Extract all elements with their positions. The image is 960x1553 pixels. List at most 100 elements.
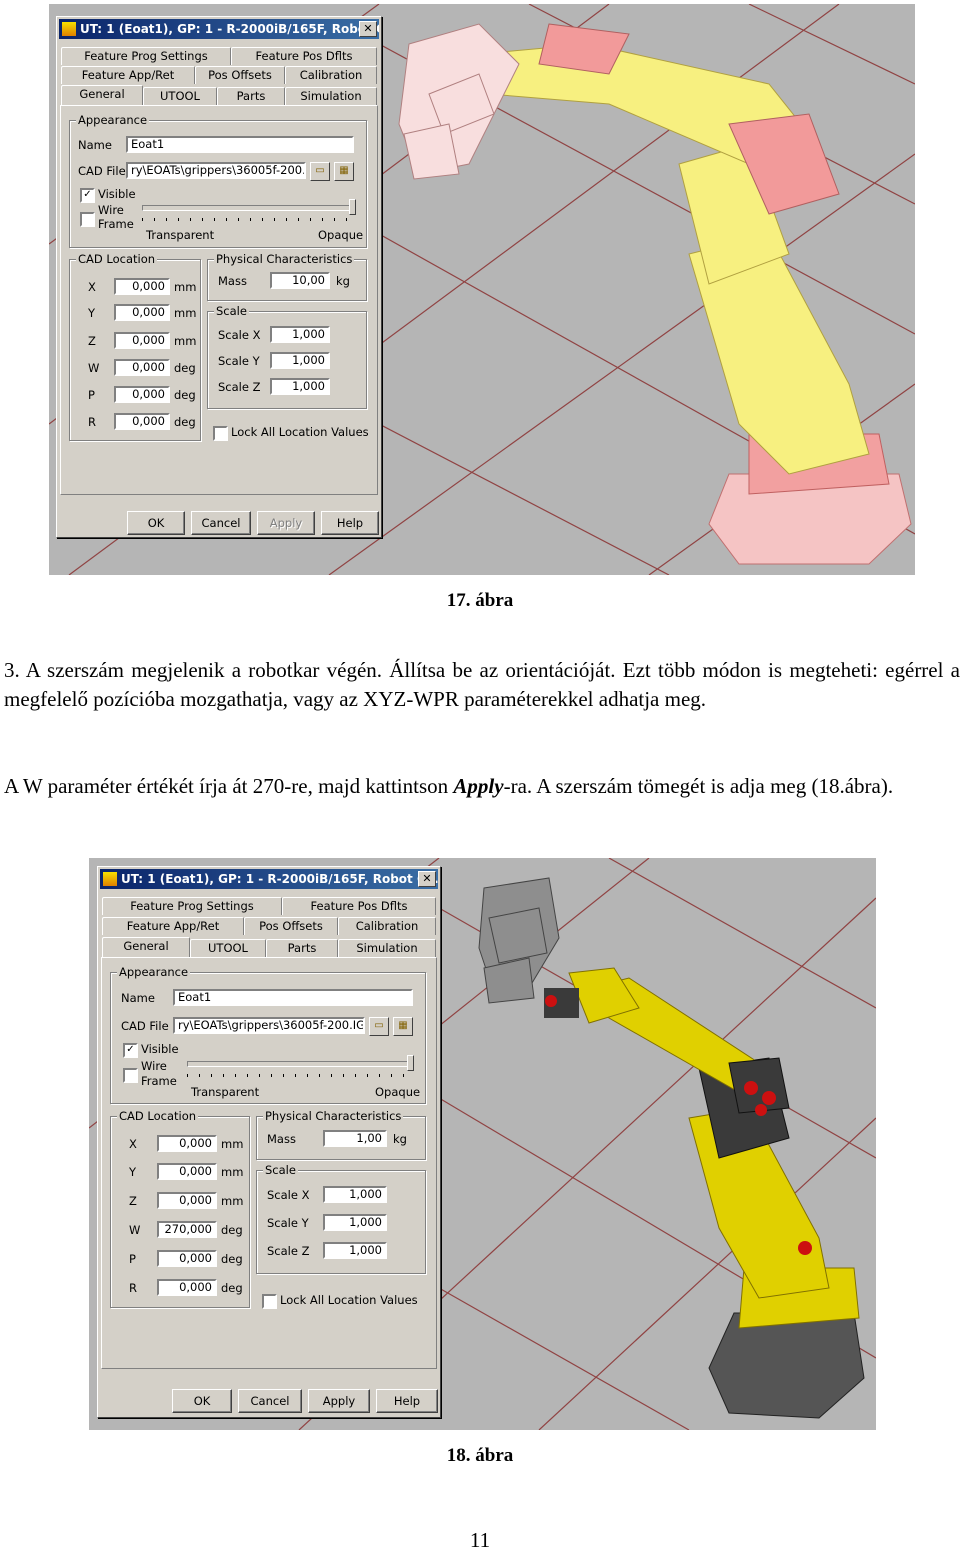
wire-frame-checkbox[interactable] xyxy=(80,212,95,227)
visible-label: Visible xyxy=(98,187,136,201)
lock-all-location-checkbox[interactable] xyxy=(213,426,228,441)
tab-calibration[interactable]: Calibration xyxy=(285,66,377,84)
scale-y-label: Scale Y xyxy=(218,354,260,368)
uframe-utool-dialog: UT: 1 (Eoat1), GP: 1 - R-2000iB/165F, Ro… xyxy=(56,16,382,538)
y-input[interactable]: 0,000 xyxy=(114,304,170,321)
tab-feature-prog-settings[interactable]: Feature Prog Settings xyxy=(102,897,282,915)
tab-pos-offsets[interactable]: Pos Offsets xyxy=(195,66,285,84)
p-input[interactable]: 0,000 xyxy=(157,1250,217,1267)
tab-feature-prog-settings[interactable]: Feature Prog Settings xyxy=(61,47,231,65)
tab-feature-pos-dflts[interactable]: Feature Pos Dflts xyxy=(282,897,436,915)
w-input[interactable]: 270,000 xyxy=(157,1221,217,1238)
w-input[interactable]: 0,000 xyxy=(114,359,170,376)
scale-y-label: Scale Y xyxy=(267,1216,309,1230)
scale-y-input[interactable]: 1,000 xyxy=(323,1214,387,1231)
dialog-titlebar[interactable]: UT: 1 (Eoat1), GP: 1 - R-2000iB/165F, Ro… xyxy=(59,19,379,39)
tab-pos-offsets[interactable]: Pos Offsets xyxy=(244,917,338,935)
cad-file-label: CAD File xyxy=(121,1019,169,1033)
z-input[interactable]: 0,000 xyxy=(157,1192,217,1209)
apply-button[interactable]: Apply xyxy=(308,1389,370,1413)
tab-utool[interactable]: UTOOL xyxy=(143,87,217,105)
tab-parts[interactable]: Parts xyxy=(217,87,285,105)
open-folder-icon[interactable]: ▭ xyxy=(369,1017,389,1036)
close-button[interactable]: ✕ xyxy=(359,21,377,37)
lock-all-location-label: Lock All Location Values xyxy=(280,1293,418,1307)
scale-group: Scale Scale X 1,000 Scale Y 1,000 Scale … xyxy=(256,1163,426,1274)
x-input[interactable]: 0,000 xyxy=(114,278,170,295)
uframe-utool-dialog: UT: 1 (Eoat1), GP: 1 - R-2000iB/165F, Ro… xyxy=(97,866,441,1418)
help-button[interactable]: Help xyxy=(321,511,379,535)
open-folder-icon[interactable]: ▭ xyxy=(310,162,330,181)
scale-z-input[interactable]: 1,000 xyxy=(323,1242,387,1259)
dialog-title: UT: 1 (Eoat1), GP: 1 - R-2000iB/165F, Ro… xyxy=(121,872,438,886)
lock-all-location-checkbox[interactable] xyxy=(262,1294,277,1309)
loc-unit-label: mm xyxy=(174,280,197,294)
help-button[interactable]: Help xyxy=(376,1389,438,1413)
cad-file-input[interactable]: ry\EOATs\grippers\36005f-200.IGS xyxy=(173,1017,365,1034)
transparency-slider-thumb[interactable] xyxy=(407,1055,414,1071)
close-button[interactable]: ✕ xyxy=(418,871,436,887)
tab-feature-app-ret[interactable]: Feature App/Ret xyxy=(102,917,244,935)
scale-label: Scale xyxy=(214,304,249,318)
tab-simulation[interactable]: Simulation xyxy=(285,87,377,105)
transparency-slider-track[interactable] xyxy=(187,1061,411,1067)
transparency-slider-thumb[interactable] xyxy=(349,199,356,215)
loc-axis-label: P xyxy=(88,388,95,402)
scale-y-input[interactable]: 1,000 xyxy=(270,352,330,369)
appearance-label: Appearance xyxy=(117,965,191,979)
loc-axis-label: Y xyxy=(129,1165,137,1179)
cad-location-group: CAD Location X 0,000 mm Y 0,000 mm Z 0,0… xyxy=(69,252,201,441)
cad-file-input[interactable]: ry\EOATs\grippers\36005f-200.IGS xyxy=(126,162,306,179)
physical-characteristics-label: Physical Characteristics xyxy=(214,252,355,266)
loc-unit-label: deg xyxy=(174,361,196,375)
transparency-slider-ticks xyxy=(187,1074,411,1077)
visible-checkbox[interactable]: ✓ xyxy=(123,1043,138,1058)
physical-characteristics-label: Physical Characteristics xyxy=(263,1109,404,1123)
physical-characteristics-group: Physical Characteristics Mass 10,00 kg xyxy=(207,252,367,301)
apply-button[interactable]: Apply xyxy=(257,511,315,535)
cad-location-label: CAD Location xyxy=(117,1109,199,1123)
loc-unit-label: deg xyxy=(221,1252,243,1266)
dialog-titlebar[interactable]: UT: 1 (Eoat1), GP: 1 - R-2000iB/165F, Ro… xyxy=(100,869,438,889)
transparency-slider-track[interactable] xyxy=(142,205,354,211)
cancel-button[interactable]: Cancel xyxy=(238,1389,302,1413)
import-cad-icon[interactable]: ▦ xyxy=(334,162,354,181)
tab-calibration[interactable]: Calibration xyxy=(338,917,436,935)
cad-location-label: CAD Location xyxy=(76,252,158,266)
r-input[interactable]: 0,000 xyxy=(157,1279,217,1296)
visible-checkbox[interactable]: ✓ xyxy=(80,188,95,203)
scale-x-label: Scale X xyxy=(218,328,261,342)
ok-button[interactable]: OK xyxy=(127,511,185,535)
tab-general[interactable]: General xyxy=(61,85,143,105)
cancel-button[interactable]: Cancel xyxy=(191,511,251,535)
name-input[interactable]: Eoat1 xyxy=(126,136,354,153)
p-input[interactable]: 0,000 xyxy=(114,386,170,403)
loc-unit-label: mm xyxy=(221,1165,244,1179)
tab-general[interactable]: General xyxy=(102,937,190,957)
wire-frame-checkbox[interactable] xyxy=(123,1068,138,1083)
mass-unit-label: kg xyxy=(336,274,350,288)
tab-simulation[interactable]: Simulation xyxy=(338,939,436,957)
tab-feature-app-ret[interactable]: Feature App/Ret xyxy=(61,66,195,84)
scale-z-input[interactable]: 1,000 xyxy=(270,378,330,395)
general-tab-panel: Appearance Name Eoat1 CAD File ry\EOATs\… xyxy=(101,957,437,1369)
loc-unit-label: mm xyxy=(221,1194,244,1208)
z-input[interactable]: 0,000 xyxy=(114,332,170,349)
r-input[interactable]: 0,000 xyxy=(114,413,170,430)
scale-x-input[interactable]: 1,000 xyxy=(270,326,330,343)
mass-input[interactable]: 1,00 xyxy=(323,1130,387,1147)
scale-x-input[interactable]: 1,000 xyxy=(323,1186,387,1203)
wire-label: Wire xyxy=(141,1059,167,1073)
mass-input[interactable]: 10,00 xyxy=(270,272,330,289)
x-input[interactable]: 0,000 xyxy=(157,1135,217,1152)
tab-utool[interactable]: UTOOL xyxy=(190,939,266,957)
roboguide-app-icon xyxy=(62,22,76,36)
y-input[interactable]: 0,000 xyxy=(157,1163,217,1180)
loc-unit-label: deg xyxy=(174,415,196,429)
ok-button[interactable]: OK xyxy=(172,1389,232,1413)
frame-label: Frame xyxy=(141,1074,177,1088)
name-input[interactable]: Eoat1 xyxy=(173,989,413,1006)
tab-feature-pos-dflts[interactable]: Feature Pos Dflts xyxy=(231,47,377,65)
import-cad-icon[interactable]: ▦ xyxy=(393,1017,413,1036)
tab-parts[interactable]: Parts xyxy=(266,939,338,957)
